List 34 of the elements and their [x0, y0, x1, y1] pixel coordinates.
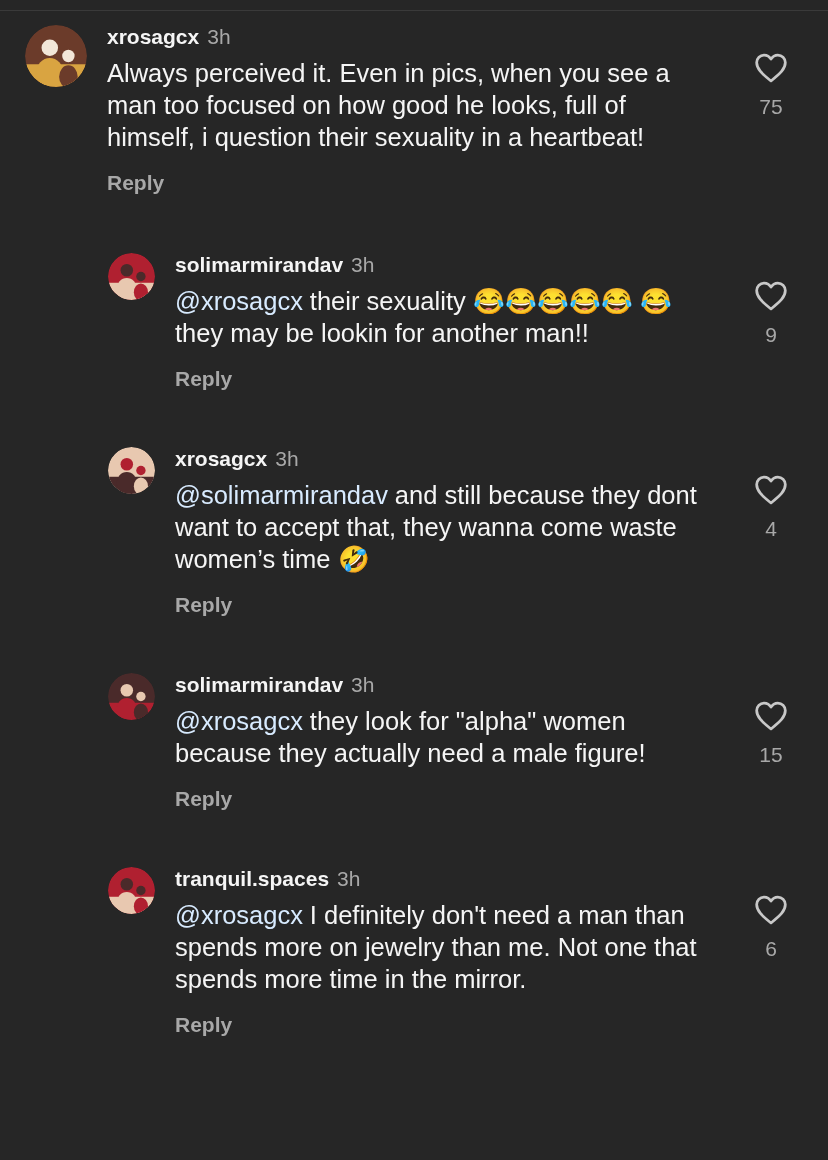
reply-button[interactable]: Reply: [175, 593, 233, 617]
username[interactable]: tranquil.spaces: [175, 867, 330, 891]
like-count: 15: [759, 743, 783, 767]
like-count: 75: [759, 95, 783, 119]
heart-icon[interactable]: [754, 701, 788, 731]
reply-button[interactable]: Reply: [175, 367, 233, 391]
mention-link[interactable]: @xrosagcx: [175, 901, 303, 929]
username[interactable]: solimarmirandav: [175, 673, 344, 697]
reply-button[interactable]: Reply: [107, 171, 165, 195]
username[interactable]: solimarmirandav: [175, 253, 344, 277]
timestamp: 3h: [337, 867, 361, 891]
timestamp: 3h: [351, 673, 375, 697]
mention-link[interactable]: @xrosagcx: [175, 287, 303, 315]
comment-text: @xrosagcx they look for "alpha" women because they actually need a male figure!: [175, 706, 647, 769]
timestamp: 3h: [275, 447, 299, 471]
mention-link[interactable]: @xrosagcx: [175, 707, 303, 735]
heart-icon[interactable]: [754, 53, 788, 83]
heart-icon[interactable]: [754, 475, 788, 505]
username[interactable]: xrosagcx: [175, 447, 268, 471]
heart-icon[interactable]: [754, 895, 788, 925]
heart-icon[interactable]: [754, 281, 788, 311]
comment-text: @xrosagcx I definitely don't need a man than spends more on jewelry than me. Not one that spends more time in the mirror.: [175, 900, 698, 995]
timestamp: 3h: [351, 253, 375, 277]
reply-button[interactable]: Reply: [175, 1013, 233, 1037]
comment-text: @solimarmirandav and still because they dont want to accept that, they wanna come waste women’s time 🤣: [175, 480, 698, 575]
comment-text: Always perceived it. Even in pics, when you see a man too focused on how good he looks, full of himself, i question their sexuality in a heartbeat!: [107, 58, 671, 153]
like-count: 6: [765, 937, 777, 961]
mention-link[interactable]: @solimarmirandav: [175, 481, 388, 509]
timestamp: 3h: [207, 25, 231, 49]
like-count: 4: [765, 517, 777, 541]
reply-button[interactable]: Reply: [175, 787, 233, 811]
like-count: 9: [765, 323, 777, 347]
username[interactable]: xrosagcx: [107, 25, 200, 49]
comment-text: @xrosagcx their sexuality 😂😂😂😂😂 😂 they may be lookin for another man!!: [175, 286, 673, 349]
